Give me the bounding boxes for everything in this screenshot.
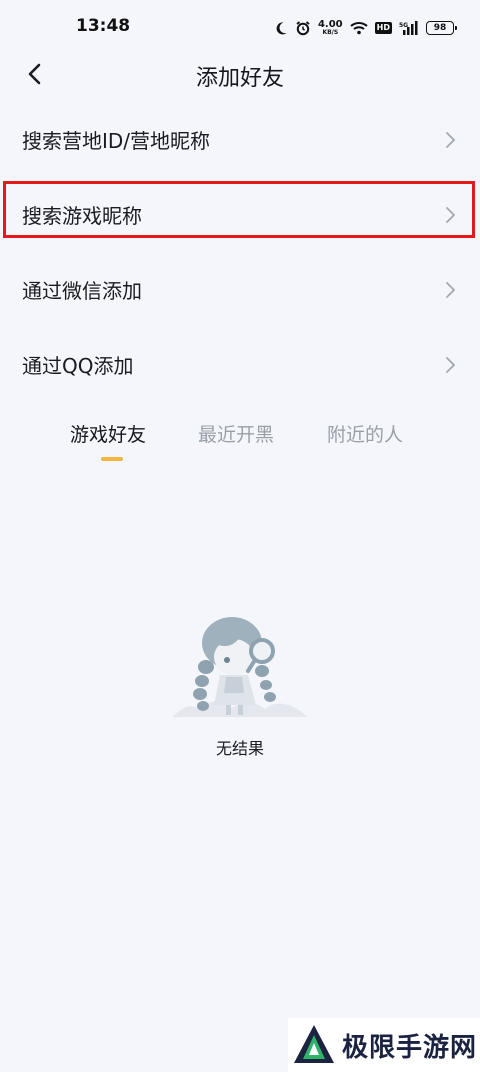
- empty-state-text: 无结果: [215, 739, 264, 758]
- network-speed: 4.00 KB/S: [317, 19, 343, 36]
- page-title: 添加好友: [195, 66, 284, 91]
- add-friend-options: 搜索营地ID/营地昵称 搜索游戏昵称 通过微信添加 通过QQ添加: [0, 102, 480, 402]
- add-via-wechat-item[interactable]: 通过微信添加: [0, 252, 480, 327]
- moon-icon: [274, 21, 288, 35]
- battery-indicator: 98: [426, 21, 457, 35]
- search-game-nickname-item[interactable]: 搜索游戏昵称: [0, 177, 480, 252]
- active-tab-indicator: [101, 457, 123, 461]
- menu-item-label: 搜索游戏昵称: [22, 204, 142, 228]
- menu-item-label: 通过微信添加: [22, 279, 142, 303]
- add-via-qq-item[interactable]: 通过QQ添加: [0, 327, 480, 402]
- empty-state-illustration: [172, 617, 308, 717]
- svg-text:5G: 5G: [399, 22, 408, 29]
- tab-recent-teammates[interactable]: 最近开黑: [198, 420, 274, 447]
- chevron-right-icon: [446, 206, 455, 223]
- wifi-icon: [349, 21, 368, 35]
- menu-item-label: 搜索营地ID/营地昵称: [22, 129, 211, 153]
- friend-tabs: 游戏好友 最近开黑 附近的人: [0, 412, 480, 472]
- alarm-icon: [295, 20, 311, 36]
- chevron-right-icon: [446, 131, 455, 148]
- status-bar: 13:48 4.00 KB/S HD 5G 98: [0, 0, 480, 56]
- watermark-logo-icon: [294, 1025, 334, 1063]
- status-icons: 4.00 KB/S HD 5G 98: [274, 16, 457, 40]
- status-time: 13:48: [76, 16, 131, 36]
- menu-item-label: 通过QQ添加: [22, 354, 134, 378]
- chevron-right-icon: [446, 356, 455, 373]
- site-watermark: 极限手游网: [288, 1018, 480, 1072]
- watermark-text: 极限手游网: [342, 1032, 478, 1063]
- search-camp-id-item[interactable]: 搜索营地ID/营地昵称: [0, 102, 480, 177]
- chevron-right-icon: [446, 281, 455, 298]
- tab-nearby-people[interactable]: 附近的人: [327, 420, 403, 447]
- nav-bar: 添加好友: [0, 50, 480, 98]
- hd-badge: HD: [374, 22, 392, 34]
- tab-game-friends[interactable]: 游戏好友: [70, 420, 146, 447]
- signal-icon: 5G: [399, 21, 419, 35]
